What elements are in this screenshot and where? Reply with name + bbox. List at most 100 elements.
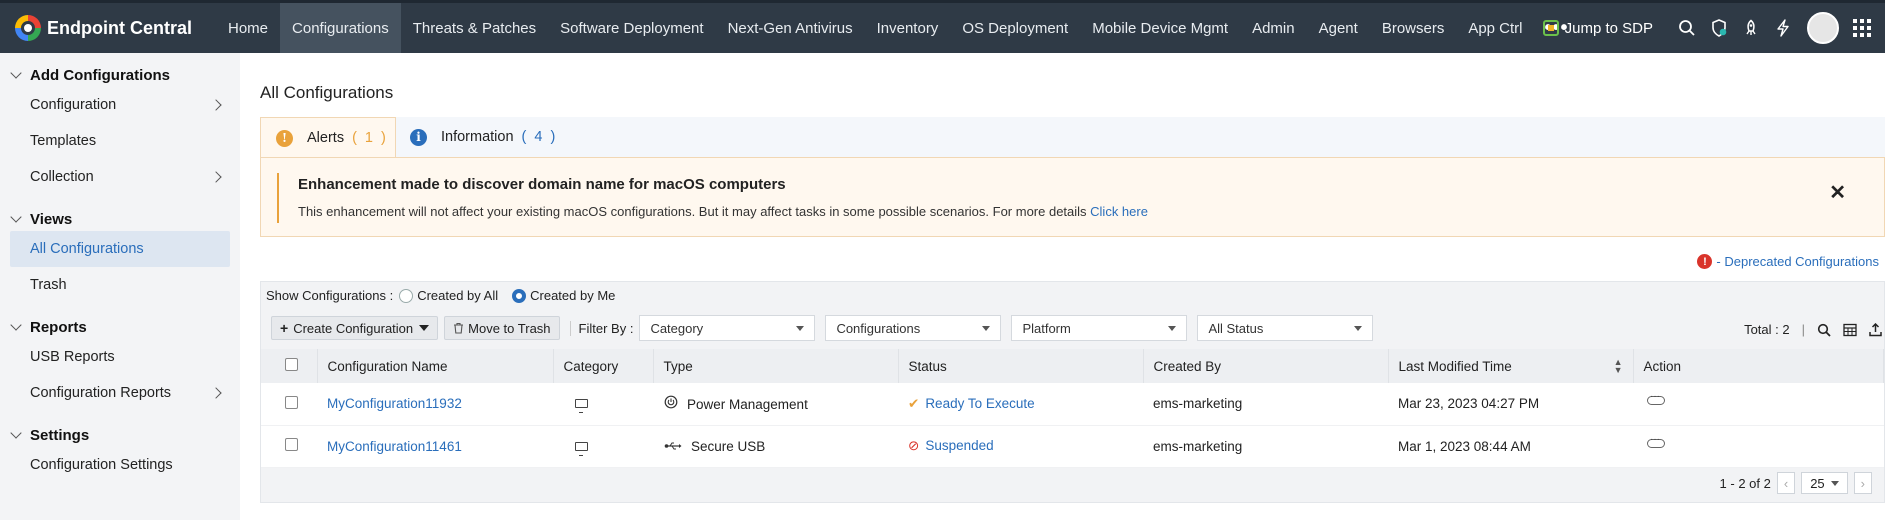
nav-mobile-device-mgmt[interactable]: Mobile Device Mgmt — [1080, 3, 1240, 53]
nav-next-gen-antivirus[interactable]: Next-Gen Antivirus — [716, 3, 865, 53]
chevron-down-icon — [10, 67, 22, 79]
sidebar-item-configuration-settings[interactable]: Configuration Settings — [0, 447, 240, 483]
table-tools: Total : 2 | — [1744, 322, 1884, 337]
page-range: 1 - 2 of 2 — [1719, 475, 1771, 491]
caret-down-icon — [1168, 325, 1177, 331]
check-icon: ✔ — [908, 395, 920, 411]
sidebar-item-usb-reports[interactable]: USB Reports — [0, 339, 240, 375]
lightning-icon[interactable] — [1767, 12, 1799, 44]
pagination: 1 - 2 of 2 ‹ 25 › — [1720, 472, 1872, 494]
chevron-right-icon — [210, 99, 222, 111]
action-menu-icon[interactable] — [1647, 391, 1665, 406]
nav-home[interactable]: Home — [216, 3, 280, 53]
search-icon[interactable] — [1817, 323, 1831, 337]
nav-os-deployment[interactable]: OS Deployment — [950, 3, 1080, 53]
row-checkbox[interactable] — [285, 438, 298, 451]
last-modified: Mar 1, 2023 08:44 AM — [1388, 425, 1633, 468]
endpoint-central-logo-icon — [15, 15, 41, 41]
page-title: All Configurations — [260, 83, 394, 102]
sidebar-item-collection[interactable]: Collection — [0, 159, 240, 195]
sidebar-item-configuration-reports[interactable]: Configuration Reports — [0, 375, 240, 411]
status-link[interactable]: Ready To Execute — [925, 396, 1034, 411]
radio-created-by-all[interactable] — [399, 288, 414, 303]
per-page-select[interactable]: 25 — [1801, 472, 1848, 494]
col-action: Action — [1633, 349, 1884, 383]
create-configuration-button[interactable]: + Create Configuration — [271, 316, 439, 340]
trash-icon — [454, 322, 464, 334]
row-checkbox[interactable] — [285, 395, 298, 409]
sdp-icon — [1542, 20, 1559, 36]
col-created-by[interactable]: Created By — [1143, 349, 1389, 383]
configurations-table: Configuration Name Category Type Status … — [261, 349, 1884, 468]
col-configuration-name[interactable]: Configuration Name — [317, 349, 554, 383]
user-avatar[interactable] — [1807, 12, 1839, 44]
sidebar-section-reports[interactable]: Reports — [0, 315, 240, 339]
nav-threats-patches[interactable]: Threats & Patches — [401, 3, 548, 53]
configurations-filter[interactable]: Configurations — [825, 315, 1002, 341]
table-header-row: Configuration Name Category Type Status … — [261, 349, 1884, 383]
usb-icon — [663, 439, 683, 454]
show-configurations: Show Configurations : Created by All Cre… — [266, 288, 616, 303]
category-filter[interactable]: Category — [639, 315, 816, 341]
shield-icon[interactable] — [1703, 12, 1735, 44]
tab-alerts[interactable]: ! Alerts ( 1 ) — [260, 117, 396, 158]
chevron-down-icon — [10, 427, 22, 439]
deprecated-configurations-link[interactable]: ! - Deprecated Configurations — [1697, 254, 1879, 269]
col-status[interactable]: Status — [898, 349, 1144, 383]
sidebar-section-add-configurations[interactable]: Add Configurations — [0, 63, 240, 87]
move-to-trash-button[interactable]: Move to Trash — [444, 316, 560, 340]
created-by: ems-marketing — [1143, 383, 1388, 426]
action-menu-icon[interactable] — [1647, 434, 1665, 448]
click-here-link[interactable]: Click here — [1090, 204, 1148, 219]
nav-app-ctrl[interactable]: App Ctrl — [1456, 3, 1534, 53]
caret-down-icon — [1354, 325, 1363, 331]
select-all-checkbox[interactable] — [285, 358, 298, 371]
alert-text: This enhancement will not affect your ex… — [298, 204, 1148, 219]
total-count: Total : 2 — [1744, 322, 1790, 337]
info-icon: i — [410, 128, 427, 146]
configuration-name-link[interactable]: MyConfiguration11932 — [327, 396, 462, 411]
alert-accent-bar — [277, 173, 279, 223]
nav-configurations[interactable]: Configurations — [280, 3, 401, 53]
brand[interactable]: Endpoint Central — [0, 3, 210, 53]
sidebar-item-templates[interactable]: Templates — [0, 123, 240, 159]
export-icon[interactable] — [1869, 322, 1882, 337]
sort-icon[interactable]: ▲ ▼ — [1614, 358, 1623, 375]
tools-divider: | — [1801, 322, 1805, 337]
main-content: All Configurations ! Alerts ( 1 ) i Info… — [260, 53, 1885, 520]
jump-to-sdp-button[interactable]: Jump to SDP — [1542, 20, 1653, 37]
nav-browsers[interactable]: Browsers — [1370, 3, 1457, 53]
platform-filter[interactable]: Platform — [1011, 315, 1188, 341]
app-grid-icon[interactable] — [1853, 19, 1871, 37]
plus-icon: + — [280, 320, 289, 336]
sidebar-item-trash[interactable]: Trash — [0, 267, 240, 303]
status-filter[interactable]: All Status — [1197, 315, 1374, 341]
rocket-icon[interactable] — [1735, 12, 1767, 44]
radio-created-by-me[interactable] — [512, 288, 527, 303]
nav-admin[interactable]: Admin — [1240, 3, 1307, 53]
caret-down-icon — [419, 325, 430, 331]
close-icon[interactable]: ✕ — [1829, 180, 1846, 205]
top-navbar: Endpoint Central Home Configurations Thr… — [0, 0, 1885, 53]
sidebar-item-configuration[interactable]: Configuration — [0, 87, 240, 123]
caret-down-icon — [982, 325, 991, 331]
sidebar-item-all-configurations[interactable]: All Configurations — [10, 231, 230, 267]
suspended-icon: ⊘ — [908, 438, 920, 453]
sidebar-section-settings[interactable]: Settings — [0, 423, 240, 447]
sidebar: Add Configurations Configuration Templat… — [0, 53, 240, 520]
col-category[interactable]: Category — [553, 349, 654, 383]
nav-software-deployment[interactable]: Software Deployment — [548, 3, 715, 53]
nav-agent[interactable]: Agent — [1307, 3, 1370, 53]
tab-information[interactable]: i Information ( 4 ) — [410, 117, 557, 157]
configuration-name-link[interactable]: MyConfiguration11461 — [327, 439, 462, 454]
prev-page-button[interactable]: ‹ — [1776, 472, 1796, 494]
column-chooser-icon[interactable] — [1843, 323, 1857, 337]
search-icon[interactable] — [1671, 12, 1703, 44]
table-row: MyConfiguration11932 Power Management ✔ R… — [261, 383, 1884, 426]
nav-inventory[interactable]: Inventory — [865, 3, 951, 53]
col-type[interactable]: Type — [653, 349, 899, 383]
col-last-modified-time[interactable]: Last Modified Time ▲ ▼ — [1388, 349, 1634, 383]
status-link[interactable]: Suspended — [925, 438, 993, 453]
next-page-button[interactable]: › — [1853, 472, 1872, 494]
sidebar-section-views[interactable]: Views — [0, 207, 240, 231]
